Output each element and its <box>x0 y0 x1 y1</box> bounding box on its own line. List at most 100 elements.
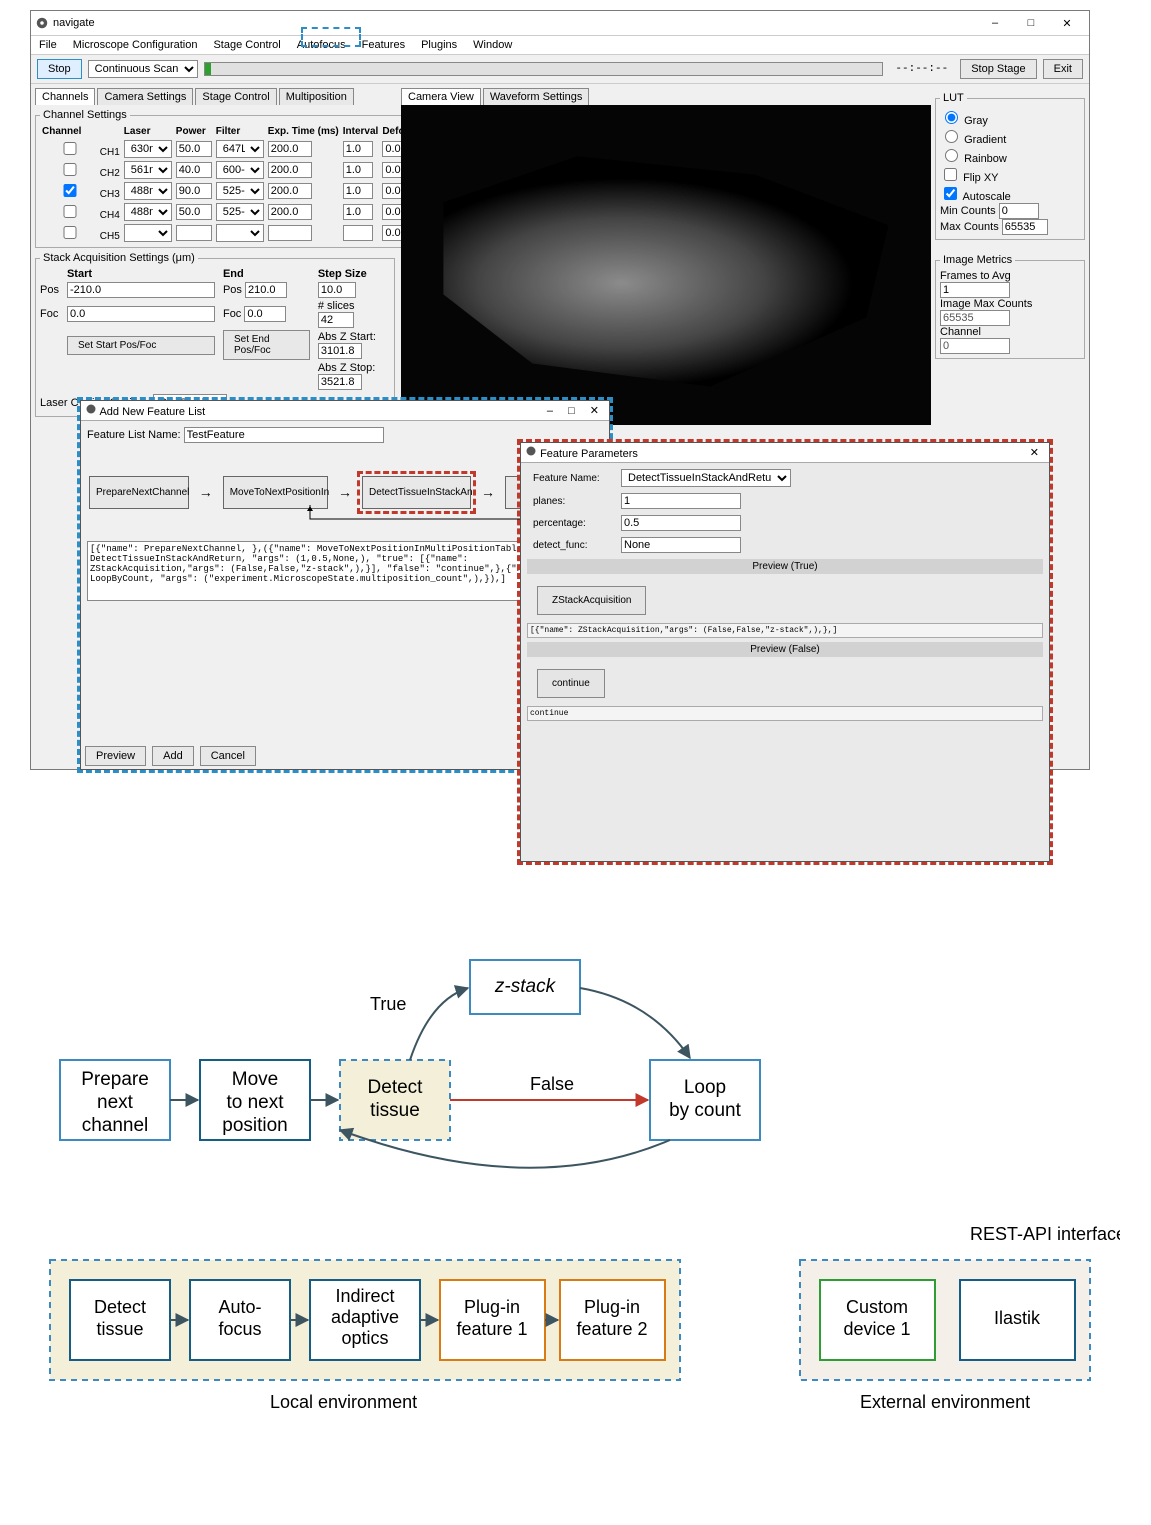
pos-start-input[interactable] <box>67 282 215 298</box>
close-icon[interactable]: ✕ <box>1049 13 1085 33</box>
add-button[interactable]: Add <box>152 746 194 766</box>
channel-enable-checkbox[interactable] <box>46 142 94 155</box>
set-start-button[interactable]: Set Start Pos/Foc <box>67 336 215 355</box>
svg-text:focus: focus <box>218 1319 261 1339</box>
zstack-box[interactable]: ZStackAcquisition <box>537 586 646 615</box>
exp-time-input[interactable] <box>268 225 312 241</box>
scan-mode-select[interactable]: Continuous Scan <box>88 60 198 78</box>
menu-microscope-config[interactable]: Microscope Configuration <box>71 38 200 52</box>
laser-select[interactable]: 630nm <box>124 140 172 158</box>
tab-multiposition[interactable]: Multiposition <box>279 88 354 105</box>
laser-select[interactable] <box>124 224 172 242</box>
laser-select[interactable]: 561nm <box>124 161 172 179</box>
laser-select[interactable]: 488nm <box>124 182 172 200</box>
power-input[interactable] <box>176 183 212 199</box>
filter-select[interactable]: 600-37 <box>216 161 264 179</box>
local-env-label: Local environment <box>270 1392 417 1412</box>
set-end-button[interactable]: Set End Pos/Foc <box>223 330 310 360</box>
abs-z-start-input[interactable] <box>318 343 362 359</box>
svg-text:Detect: Detect <box>94 1297 146 1317</box>
rest-api-label: REST-API interface <box>970 1224 1120 1244</box>
metrics-channel-value <box>940 338 1010 354</box>
cancel-button[interactable]: Cancel <box>200 746 256 766</box>
nslices-input[interactable] <box>318 312 354 328</box>
stack-legend: Stack Acquisition Settings (μm) <box>40 252 198 264</box>
channel-table: Channel Laser Power Filter Exp. Time (ms… <box>40 125 424 243</box>
max-counts-input[interactable] <box>1002 219 1048 235</box>
planes-input[interactable] <box>621 493 741 509</box>
frames-avg-input[interactable] <box>940 282 1010 298</box>
menu-features[interactable]: Features <box>360 38 407 52</box>
tab-stage-control[interactable]: Stage Control <box>195 88 276 105</box>
channel-enable-checkbox[interactable] <box>46 163 94 176</box>
detect-func-input[interactable] <box>621 537 741 553</box>
stop-button[interactable]: Stop <box>37 59 82 79</box>
menu-plugins[interactable]: Plugins <box>419 38 459 52</box>
minimize-icon[interactable]: – <box>977 13 1013 33</box>
abs-z-stop-input[interactable] <box>318 374 362 390</box>
lut-rainbow[interactable]: Rainbow <box>940 153 1007 165</box>
diagram-area: Prepare next channel Move to next positi… <box>30 940 1120 1525</box>
min-counts-input[interactable] <box>999 203 1039 219</box>
interval-input[interactable] <box>343 225 373 241</box>
percentage-input[interactable] <box>621 515 741 531</box>
flip-xy-checkbox[interactable]: Flip XY <box>940 172 999 184</box>
exp-time-input[interactable] <box>268 141 312 157</box>
menu-stage-control[interactable]: Stage Control <box>211 38 282 52</box>
interval-input[interactable] <box>343 141 373 157</box>
filter-select[interactable]: 647LP <box>216 140 264 158</box>
lut-gray[interactable]: Gray <box>940 115 988 127</box>
tab-waveform-settings[interactable]: Waveform Settings <box>483 88 590 105</box>
flow-diagram: Prepare next channel Move to next positi… <box>30 940 1120 1520</box>
power-input[interactable] <box>176 225 212 241</box>
menu-autofocus[interactable]: Autofocus <box>295 38 348 52</box>
power-input[interactable] <box>176 162 212 178</box>
dialog-close-icon[interactable]: ✕ <box>584 405 605 417</box>
step-input[interactable] <box>318 282 356 298</box>
true-code: [{"name": ZStackAcquisition,"args": (Fal… <box>527 623 1043 638</box>
exp-time-input[interactable] <box>268 162 312 178</box>
laser-select[interactable]: 488nm <box>124 203 172 221</box>
interval-input[interactable] <box>343 204 373 220</box>
channel-enable-checkbox[interactable] <box>46 184 94 197</box>
dialog-close-icon[interactable]: ✕ <box>1024 447 1045 459</box>
interval-input[interactable] <box>343 162 373 178</box>
dialog-maximize-icon[interactable]: □ <box>562 405 581 417</box>
power-input[interactable] <box>176 204 212 220</box>
svg-text:optics: optics <box>341 1328 388 1348</box>
channel-enable-checkbox[interactable] <box>46 205 94 218</box>
channel-enable-checkbox[interactable] <box>46 226 94 239</box>
interval-input[interactable] <box>343 183 373 199</box>
power-input[interactable] <box>176 141 212 157</box>
dialog-minimize-icon[interactable]: – <box>541 405 559 417</box>
false-code: continue <box>527 706 1043 721</box>
exit-button[interactable]: Exit <box>1043 59 1083 79</box>
feature-name-input[interactable] <box>184 427 384 443</box>
lut-gradient[interactable]: Gradient <box>940 134 1006 146</box>
filter-select[interactable]: 525-30 <box>216 182 264 200</box>
foc-start-input[interactable] <box>67 306 215 322</box>
tab-channels[interactable]: Channels <box>35 88 95 105</box>
node-prepare-next-channel[interactable]: PrepareNextChannel <box>89 476 189 509</box>
pos-end-input[interactable] <box>245 282 287 298</box>
menu-file[interactable]: File <box>37 38 59 52</box>
menu-window[interactable]: Window <box>471 38 514 52</box>
stop-stage-button[interactable]: Stop Stage <box>960 59 1036 79</box>
tab-camera-view[interactable]: Camera View <box>401 88 481 105</box>
feature-name-select[interactable]: DetectTissueInStackAndReturn <box>621 469 791 487</box>
channel-settings-legend: Channel Settings <box>40 109 130 121</box>
camera-view[interactable] <box>401 105 931 425</box>
autoscale-checkbox[interactable]: Autoscale <box>940 191 1011 203</box>
tab-camera-settings[interactable]: Camera Settings <box>97 88 193 105</box>
filter-select[interactable] <box>216 224 264 242</box>
filter-select[interactable]: 525-30 <box>216 203 264 221</box>
foc-end-input[interactable] <box>244 306 286 322</box>
feature-name-label: Feature Name: <box>533 473 613 484</box>
exp-time-input[interactable] <box>268 204 312 220</box>
continue-box[interactable]: continue <box>537 669 605 698</box>
svg-text:Plug-in: Plug-in <box>584 1297 640 1317</box>
preview-button[interactable]: Preview <box>85 746 146 766</box>
maximize-icon[interactable]: □ <box>1013 13 1049 33</box>
arrow-icon: → <box>481 484 495 500</box>
exp-time-input[interactable] <box>268 183 312 199</box>
